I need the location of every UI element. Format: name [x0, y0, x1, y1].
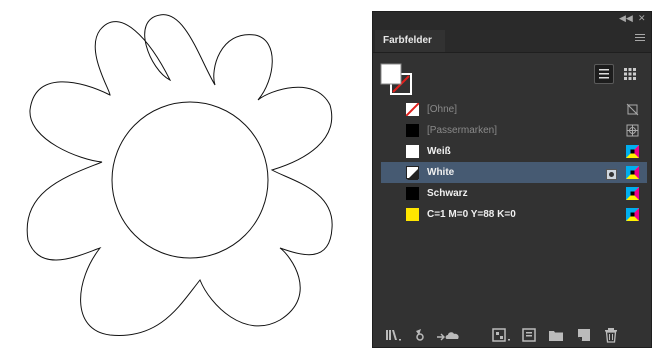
- swatch-row-white[interactable]: White: [381, 162, 647, 183]
- swatch-chip-schwarz: [406, 187, 419, 200]
- panel-footer-toolbar: [373, 323, 651, 347]
- swatch-chip-weiss: [406, 145, 419, 158]
- swatch-row-weiss[interactable]: Weiß: [381, 141, 647, 162]
- swatch-label: [Ohne]: [427, 104, 458, 115]
- swatch-row-registration[interactable]: [Passermarken]: [381, 120, 647, 141]
- fill-stroke-proxy[interactable]: [380, 62, 414, 96]
- collapse-icon[interactable]: ◀◀: [619, 13, 633, 25]
- cmyk-icon: [626, 208, 639, 221]
- swatch-row-schwarz[interactable]: Schwarz: [381, 183, 647, 204]
- swatches-panel: ◀◀ ✕ Farbfelder [Ohne] [Passermarken] We…: [372, 11, 652, 348]
- registration-icon: [626, 124, 639, 137]
- swatch-row-none[interactable]: [Ohne]: [381, 99, 647, 120]
- swatch-row-yellow[interactable]: C=1 M=0 Y=88 K=0: [381, 204, 647, 225]
- swatch-list: [Ohne] [Passermarken] Weiß White Schwarz…: [381, 99, 647, 225]
- spot-color-icon: [606, 167, 617, 180]
- artboard-canvas[interactable]: [0, 0, 370, 349]
- no-print-icon: [626, 103, 639, 116]
- swatch-label: White: [427, 167, 455, 178]
- cmyk-icon: [626, 145, 639, 158]
- grid-view-icon[interactable]: [620, 64, 640, 84]
- panel-menu-icon[interactable]: [635, 34, 645, 42]
- cmyk-icon: [626, 166, 639, 179]
- swatch-label: Schwarz: [427, 188, 468, 199]
- flower-center: [111, 101, 269, 259]
- swatch-chip-white: [406, 166, 419, 180]
- swatch-chip-registration: [406, 124, 419, 137]
- close-icon[interactable]: ✕: [638, 13, 646, 25]
- swatch-chip-none: [405, 102, 420, 117]
- swatch-options-icon[interactable]: [491, 327, 513, 343]
- swatch-label: Weiß: [427, 146, 451, 157]
- cc-library-icon[interactable]: [435, 327, 463, 343]
- list-view-icon[interactable]: [594, 64, 614, 84]
- swatch-label: [Passermarken]: [427, 125, 498, 136]
- new-color-group-icon[interactable]: [548, 327, 564, 343]
- panel-title-bar[interactable]: ◀◀ ✕: [373, 12, 651, 26]
- new-swatch-icon[interactable]: [576, 327, 592, 343]
- tab-bar: Farbfelder: [373, 26, 651, 53]
- tab-swatches[interactable]: Farbfelder: [375, 30, 445, 52]
- color-mode-icon[interactable]: [521, 327, 537, 343]
- flower-shape[interactable]: [0, 0, 370, 349]
- trash-icon[interactable]: [603, 327, 619, 343]
- swatch-chip-yellow: [406, 208, 419, 221]
- cmyk-icon: [626, 187, 639, 200]
- show-swatch-kinds-icon[interactable]: [413, 327, 429, 343]
- swatch-label: C=1 M=0 Y=88 K=0: [427, 209, 516, 220]
- swatch-libraries-icon[interactable]: [385, 327, 401, 343]
